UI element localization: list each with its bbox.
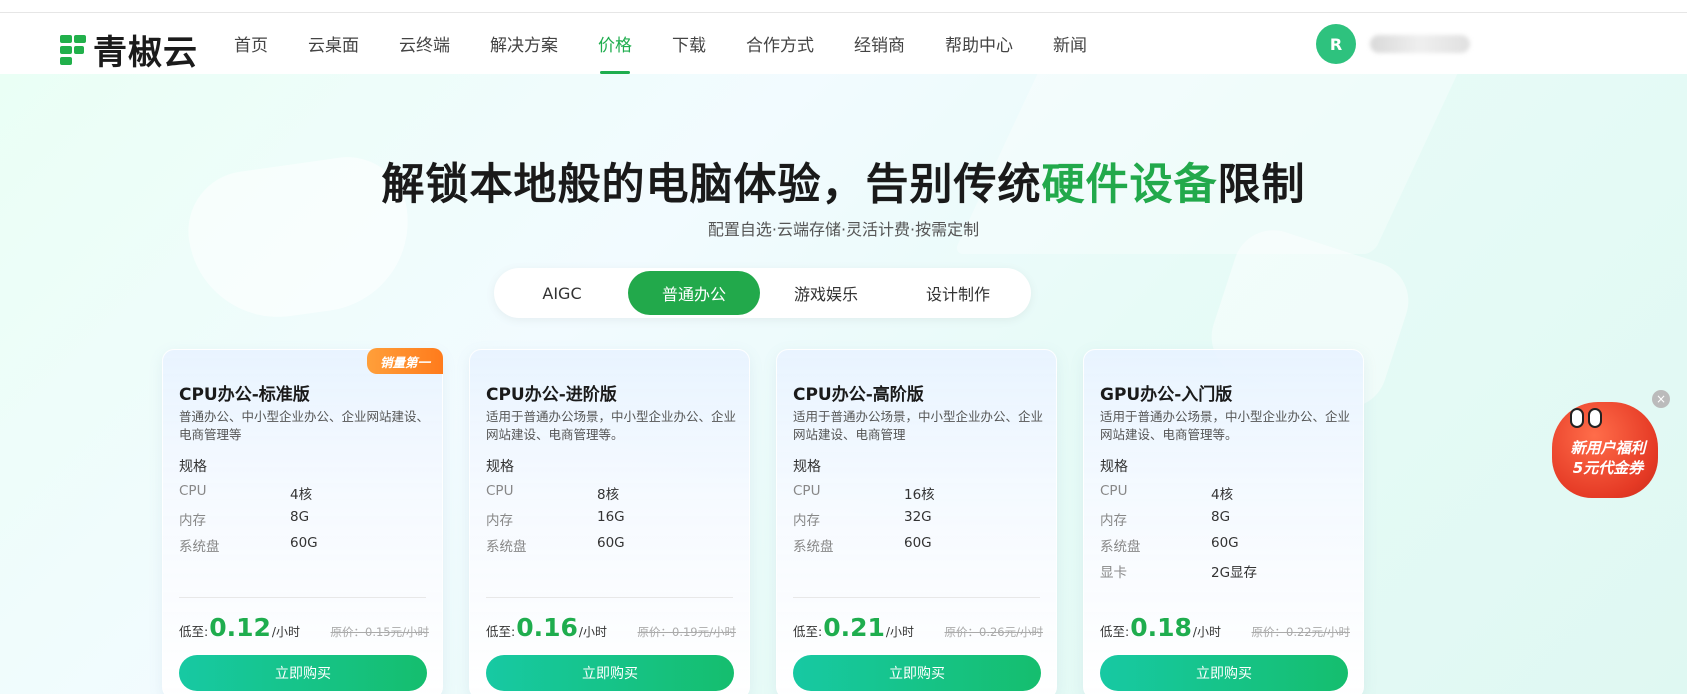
logo-text: 青椒云: [93, 33, 198, 73]
logo-icon: [60, 33, 87, 67]
user-menu[interactable]: R: [1316, 24, 1470, 64]
buy-now-button[interactable]: 立即购买: [179, 655, 427, 691]
original-price: 原价：0.19元/小时: [637, 625, 736, 639]
pricing-hero: 解锁本地般的电脑体验，告别传统硬件设备限制 配置自选·云端存储·灵活计费·按需定…: [0, 74, 1687, 694]
nav-item-cooperation[interactable]: 合作方式: [746, 13, 814, 74]
plan-description: 适用于普通办公场景，中小型企业办公、企业网站建设、电商管理等。: [486, 409, 737, 442]
price-row: 低至: 0.12 /小时 原价：0.15元/小时: [179, 613, 429, 642]
price-value: 0.12: [209, 613, 271, 642]
plan-title: CPU办公-高阶版: [793, 385, 924, 405]
buy-now-button[interactable]: 立即购买: [793, 655, 1041, 691]
plan-card: CPU办公-高阶版 适用于普通办公场景，中小型企业办公、企业网站建设、电商管理 …: [776, 349, 1057, 694]
price-row: 低至: 0.21 /小时 原价：0.26元/小时: [793, 613, 1043, 642]
buy-now-button[interactable]: 立即购买: [1100, 655, 1348, 691]
price-value: 0.16: [516, 613, 578, 642]
spec-row-memory: 内存 16G: [486, 509, 625, 529]
spec-heading: 规格: [793, 459, 821, 475]
nav-item-home[interactable]: 首页: [234, 13, 268, 74]
spec-heading: 规格: [486, 459, 514, 475]
nav-item-solutions[interactable]: 解决方案: [490, 13, 558, 74]
top-navbar: 青椒云 首页 云桌面 云终端 解决方案 价格 下载 合作方式 经销商 帮助中心 …: [0, 13, 1687, 74]
avatar[interactable]: R: [1316, 24, 1356, 64]
divider: [793, 597, 1040, 598]
price-row: 低至: 0.18 /小时 原价：0.22元/小时: [1100, 613, 1350, 642]
original-price: 原价：0.22元/小时: [1251, 625, 1350, 639]
spec-row-memory: 内存 8G: [179, 509, 310, 529]
plan-description: 适用于普通办公场景，中小型企业办公、企业网站建设、电商管理: [793, 409, 1044, 442]
plan-title: GPU办公-入门版: [1100, 385, 1233, 405]
nav-item-cloud-terminal[interactable]: 云终端: [399, 13, 450, 74]
nav-item-cloud-desktop[interactable]: 云桌面: [308, 13, 359, 74]
spec-row-disk: 系统盘 60G: [793, 535, 932, 555]
price-value: 0.18: [1130, 613, 1192, 642]
nav-item-help-center[interactable]: 帮助中心: [945, 13, 1013, 74]
tab-gaming[interactable]: 游戏娱乐: [760, 271, 892, 315]
tab-design[interactable]: 设计制作: [892, 271, 1024, 315]
tab-office[interactable]: 普通办公: [628, 271, 760, 315]
spec-row-disk: 系统盘 60G: [179, 535, 318, 555]
page-title: 解锁本地般的电脑体验，告别传统硬件设备限制: [381, 160, 1306, 210]
spec-row-cpu: CPU 4核: [179, 483, 313, 503]
plan-description: 适用于普通办公场景，中小型企业办公、企业网站建设、电商管理等。: [1100, 409, 1351, 442]
page-subtitle: 配置自选·云端存储·灵活计费·按需定制: [707, 220, 980, 239]
spec-row-cpu: CPU 8核: [486, 483, 620, 503]
mascot-eyes-icon: [1570, 408, 1610, 428]
new-user-coupon-widget[interactable]: 新用户福利 5元代金券 ×: [1548, 390, 1670, 500]
plan-card: GPU办公-入门版 适用于普通办公场景，中小型企业办公、企业网站建设、电商管理等…: [1083, 349, 1364, 694]
spec-row-disk: 系统盘 60G: [1100, 535, 1239, 555]
spec-heading: 规格: [1100, 459, 1128, 475]
spec-row-cpu: CPU 16核: [793, 483, 935, 503]
nav-item-dealers[interactable]: 经销商: [854, 13, 905, 74]
bestseller-badge: 销量第一: [367, 348, 443, 374]
username-blurred[interactable]: [1370, 35, 1470, 53]
coupon-text[interactable]: 新用户福利 5元代金券: [1562, 438, 1654, 478]
price-row: 低至: 0.16 /小时 原价：0.19元/小时: [486, 613, 736, 642]
plan-card: 销量第一 CPU办公-标准版 普通办公、中小型企业办公、企业网站建设、电商管理等…: [162, 348, 443, 694]
site-logo[interactable]: 青椒云: [60, 25, 198, 74]
spec-row-memory: 内存 8G: [1100, 509, 1231, 529]
nav-item-download[interactable]: 下载: [672, 13, 706, 74]
nav-item-pricing[interactable]: 价格: [598, 13, 632, 74]
nav-item-news[interactable]: 新闻: [1053, 13, 1087, 74]
category-tabs: AIGC 普通办公 游戏娱乐 设计制作: [494, 268, 1031, 318]
plan-title: CPU办公-标准版: [179, 385, 310, 405]
divider: [179, 597, 426, 598]
spec-heading: 规格: [179, 459, 207, 475]
plan-description: 普通办公、中小型企业办公、企业网站建设、电商管理等: [179, 409, 430, 442]
spec-row-disk: 系统盘 60G: [486, 535, 625, 555]
browser-top-strip: [0, 0, 1687, 13]
plan-card: CPU办公-进阶版 适用于普通办公场景，中小型企业办公、企业网站建设、电商管理等…: [469, 349, 750, 694]
spec-row-memory: 内存 32G: [793, 509, 932, 529]
price-value: 0.21: [823, 613, 885, 642]
spec-row-gpu: 显卡 2G显存: [1100, 565, 1258, 581]
original-price: 原价：0.15元/小时: [330, 625, 429, 639]
plan-title: CPU办公-进阶版: [486, 385, 617, 405]
spec-row-cpu: CPU 4核: [1100, 483, 1234, 503]
tab-aigc[interactable]: AIGC: [496, 271, 628, 315]
divider: [486, 597, 733, 598]
buy-now-button[interactable]: 立即购买: [486, 655, 734, 691]
close-icon[interactable]: ×: [1652, 390, 1670, 408]
main-nav: 首页 云桌面 云终端 解决方案 价格 下载 合作方式 经销商 帮助中心 新闻: [234, 13, 1127, 74]
original-price: 原价：0.26元/小时: [944, 625, 1043, 639]
